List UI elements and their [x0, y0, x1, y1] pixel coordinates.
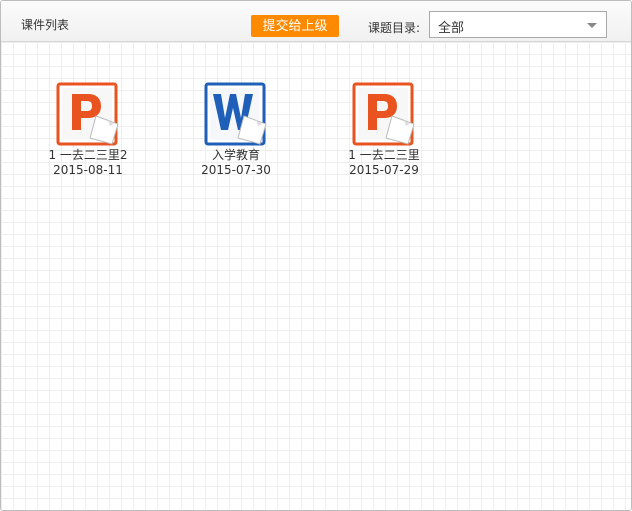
powerpoint-icon — [352, 82, 415, 146]
panel-title: 课件列表 — [21, 18, 70, 32]
file-name: 1 一去二三里 — [348, 148, 420, 162]
word-icon — [204, 82, 267, 146]
file-date: 2015-08-11 — [53, 163, 123, 177]
chevron-down-icon[interactable] — [587, 23, 597, 28]
file-grid: 1 一去二三里2 2015-08-11 入学教育 2015-07-30 1 一去… — [1, 42, 631, 510]
directory-select[interactable]: 全部 — [429, 11, 607, 38]
file-date: 2015-07-30 — [201, 163, 271, 177]
powerpoint-icon — [56, 82, 119, 146]
file-name: 入学教育 — [211, 148, 260, 162]
file-name: 1 一去二三里2 — [48, 148, 128, 162]
file-item[interactable]: 1 一去二三里2 2015-08-11 — [28, 82, 148, 178]
directory-select-value: 全部 — [438, 21, 465, 36]
directory-label: 课题目录: — [368, 21, 421, 35]
file-item[interactable]: 1 一去二三里 2015-07-29 — [324, 82, 444, 178]
file-date: 2015-07-29 — [349, 163, 419, 177]
submit-to-superior-button[interactable]: 提交给上级 — [251, 15, 339, 37]
courseware-panel: 课件列表 提交给上级 课题目录: 全部 1 一去二三里2 2015-08-11 — [0, 0, 632, 511]
panel-header: 课件列表 提交给上级 课题目录: 全部 — [1, 1, 631, 42]
file-item[interactable]: 入学教育 2015-07-30 — [176, 82, 296, 178]
